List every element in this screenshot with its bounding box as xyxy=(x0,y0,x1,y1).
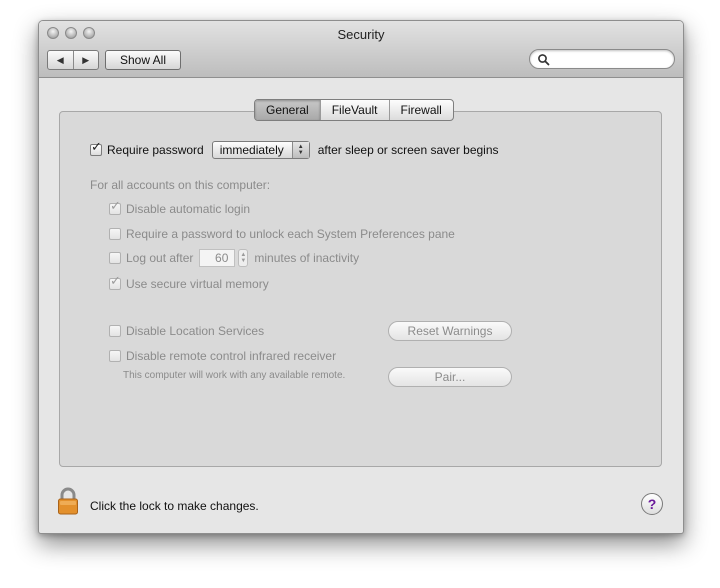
disable-location-label: Disable Location Services xyxy=(126,324,265,338)
disable-location-checkbox[interactable] xyxy=(109,325,121,337)
require-password-label: Require password xyxy=(107,143,204,157)
checkmark-icon: ✓ xyxy=(110,198,121,213)
require-pw-prefs-label: Require a password to unlock each System… xyxy=(126,227,455,241)
logout-minutes-stepper[interactable]: ▲ ▼ xyxy=(238,249,249,267)
ir-note: This computer will work with any availab… xyxy=(123,370,346,381)
tab-firewall[interactable]: Firewall xyxy=(390,100,453,120)
checkmark-icon: ✓ xyxy=(110,273,121,288)
forward-arrow-icon[interactable]: ▶ xyxy=(74,51,99,69)
reset-warnings-button[interactable]: Reset Warnings xyxy=(388,321,512,341)
title-bar: Security ◀ ▶ Show All xyxy=(39,21,683,78)
show-all-button[interactable]: Show All xyxy=(105,50,181,70)
disable-ir-label: Disable remote control infrared receiver xyxy=(126,349,337,363)
disable-auto-login-label: Disable automatic login xyxy=(126,202,251,216)
require-pw-prefs-row: Require a password to unlock each System… xyxy=(109,227,455,241)
require-password-row: ✓ Require password immediately ▲ ▼ after … xyxy=(90,140,499,159)
popup-value: immediately xyxy=(219,143,284,157)
checkmark-icon: ✓ xyxy=(91,139,102,154)
back-arrow-icon[interactable]: ◀ xyxy=(48,51,74,69)
tab-bar: General FileVault Firewall xyxy=(254,99,454,121)
disable-ir-checkbox[interactable] xyxy=(109,350,121,362)
all-accounts-heading: For all accounts on this computer: xyxy=(90,178,270,192)
back-forward-control: ◀ ▶ xyxy=(47,50,99,70)
secure-vm-row: ✓ Use secure virtual memory xyxy=(109,274,269,291)
all-accounts-heading-text: For all accounts on this computer: xyxy=(90,178,271,192)
secure-vm-label: Use secure virtual memory xyxy=(126,277,269,291)
question-mark-icon: ? xyxy=(647,496,657,512)
logout-label: Log out after xyxy=(126,251,194,265)
lock-icon[interactable] xyxy=(57,487,79,515)
lock-status-text: Click the lock to make changes. xyxy=(90,499,259,513)
help-button[interactable]: ? xyxy=(641,493,663,515)
disable-location-row: Disable Location Services xyxy=(109,324,264,338)
require-password-delay-popup[interactable]: immediately ▲ ▼ xyxy=(211,141,310,159)
disable-auto-login-row: ✓ Disable automatic login xyxy=(109,199,251,216)
tab-filevault[interactable]: FileVault xyxy=(321,100,390,120)
logout-suffix: minutes of inactivity xyxy=(254,251,360,265)
logout-row: Log out after 60 ▲ ▼ minutes of inactivit… xyxy=(109,249,359,267)
tab-general[interactable]: General xyxy=(255,100,321,120)
window-title: Security xyxy=(337,27,385,42)
require-password-suffix: after sleep or screen saver begins xyxy=(317,143,499,157)
security-window: Security ◀ ▶ Show All General FileVault … xyxy=(38,20,684,534)
secure-vm-checkbox[interactable]: ✓ xyxy=(109,274,121,290)
logout-checkbox[interactable] xyxy=(109,252,121,264)
require-pw-prefs-checkbox[interactable] xyxy=(109,228,121,240)
disable-auto-login-checkbox[interactable]: ✓ xyxy=(109,199,121,215)
pair-button[interactable]: Pair... xyxy=(388,367,512,387)
search-field[interactable] xyxy=(529,49,675,69)
disable-ir-row: Disable remote control infrared receiver xyxy=(109,349,336,363)
search-input[interactable] xyxy=(554,52,668,68)
require-password-checkbox[interactable]: ✓ xyxy=(90,140,102,156)
logout-minutes-field[interactable]: 60 xyxy=(199,249,236,267)
search-icon xyxy=(538,54,550,66)
up-down-arrows-icon: ▲ ▼ xyxy=(291,142,309,158)
